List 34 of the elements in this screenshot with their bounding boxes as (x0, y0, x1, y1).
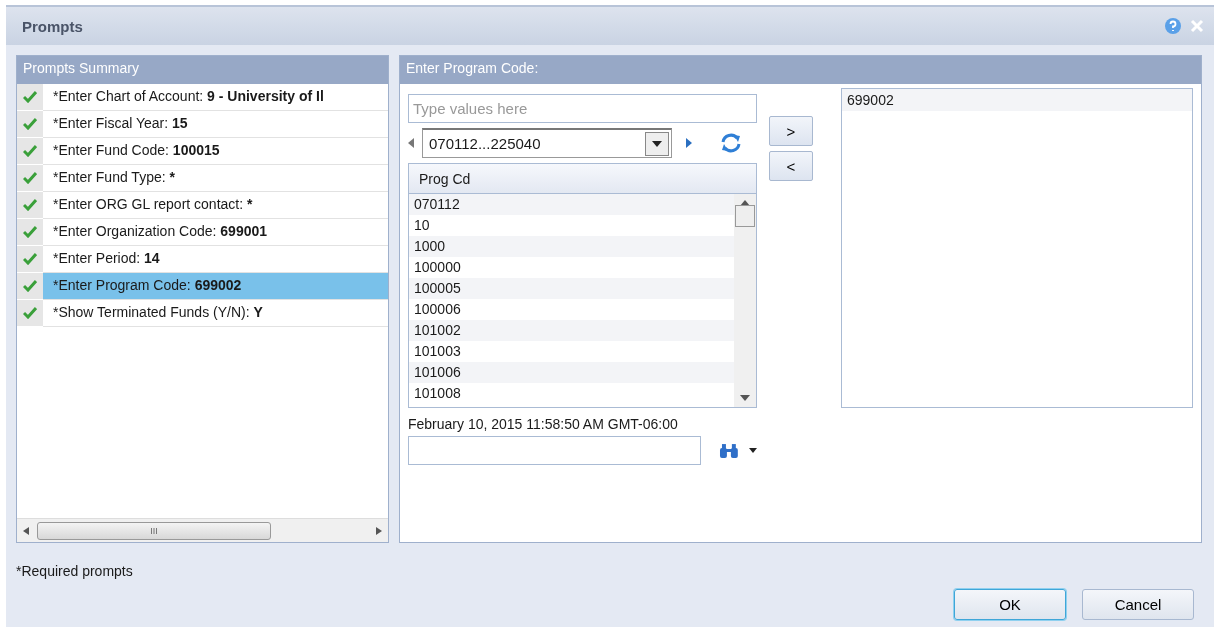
prompt-item[interactable]: *Enter Program Code: 699002 (43, 273, 388, 300)
list-item[interactable]: 100005 (409, 278, 734, 299)
add-button[interactable]: > (769, 116, 813, 146)
scroll-right-icon[interactable] (376, 526, 382, 535)
list-item[interactable]: 101002 (409, 320, 734, 341)
list-item[interactable]: 070112 (409, 194, 734, 215)
dialog-button[interactable]: OK (954, 589, 1066, 620)
vertical-scrollbar[interactable] (734, 194, 756, 407)
horizontal-scrollbar[interactable]: III (17, 518, 388, 542)
refresh-timestamp: February 10, 2015 11:58:50 AM GMT-06:00 (408, 416, 679, 432)
column-header[interactable]: Prog Cd (409, 164, 756, 194)
find-field[interactable] (408, 436, 702, 465)
panel-header: Enter Program Code: (400, 56, 1201, 84)
scroll-left-icon[interactable] (23, 526, 29, 535)
remove-button[interactable]: < (769, 151, 813, 181)
range-dropdown[interactable]: 070112...225040 (422, 128, 672, 158)
panel-header: Prompts Summary (17, 56, 388, 84)
next-icon[interactable] (686, 138, 692, 148)
required-note: *Required prompts (16, 563, 134, 579)
binoculars-icon[interactable] (719, 442, 740, 459)
list-item[interactable]: 1000 (409, 236, 734, 257)
caret-icon[interactable] (749, 448, 757, 453)
previous-icon[interactable] (408, 138, 414, 148)
list-item[interactable]: 101006 (409, 362, 734, 383)
dialog-button[interactable]: Cancel (1082, 589, 1194, 620)
caret-icon (652, 140, 662, 147)
refresh-icon[interactable] (720, 133, 742, 153)
search-field[interactable]: Type values here (408, 94, 757, 123)
help-icon[interactable] (1164, 17, 1182, 35)
scroll-thumb[interactable] (735, 204, 755, 227)
scroll-down-icon[interactable] (740, 395, 750, 401)
window-title: Prompts (22, 17, 84, 35)
list-item[interactable]: 699002 (842, 89, 1192, 111)
scroll-thumb[interactable]: III (37, 521, 271, 540)
